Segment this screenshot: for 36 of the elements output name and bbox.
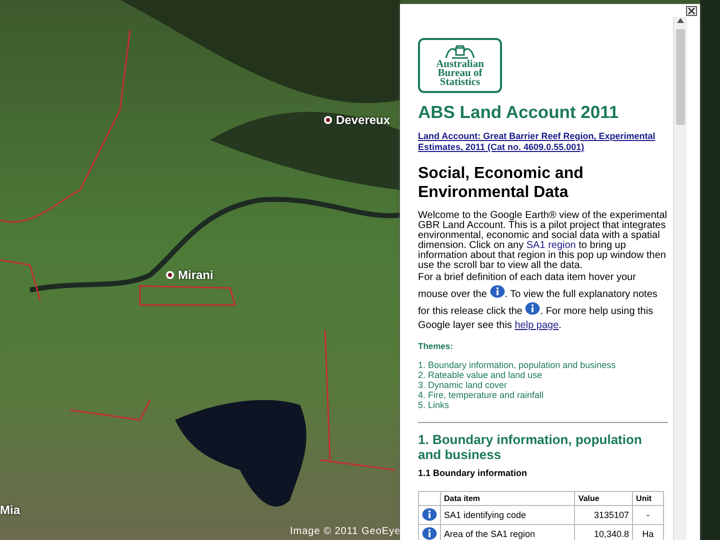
info-icon[interactable] (525, 302, 540, 315)
subsection-heading: 1.1 Boundary information (418, 468, 528, 478)
intro-paragraph: Welcome to the Google Earth® view of the experimental GBR Land Account. This is a pilot project that integrates environmental, economic and social data with a spatial dimension. Click on any SA1 region to bring up information about that region in this pop up window then use the scroll bar to view all the data. (418, 211, 668, 271)
logo-text: Australian (436, 60, 484, 69)
place-label[interactable]: Mia (0, 503, 20, 517)
column-header: Value (574, 492, 633, 506)
close-icon[interactable] (686, 6, 697, 16)
scrollbar[interactable] (673, 17, 687, 540)
theme-link[interactable]: 5. Links (418, 400, 668, 410)
themes-label: Themes: (418, 341, 454, 351)
table-cell: 3135107 (574, 506, 633, 524)
theme-link[interactable]: 4. Fire, temperature and rainfall (418, 390, 668, 400)
info-icon[interactable] (490, 285, 505, 298)
publication-link[interactable]: Land Account: Great Barrier Reef Region, Experimental Estimates, 2011 (Cat no. 4609.0.55.001) (418, 131, 668, 153)
help-link[interactable]: help page (514, 320, 559, 331)
logo-text: Statistics (440, 78, 480, 87)
table-cell: - (632, 506, 664, 524)
place-label[interactable]: Devereux (336, 113, 390, 127)
column-header: Unit (632, 492, 664, 506)
table-cell: SA1 identifying code (440, 506, 575, 524)
column-header: Data item (440, 492, 575, 506)
theme-link[interactable]: 2. Rateable value and land use (418, 370, 668, 380)
info-icon[interactable] (422, 508, 437, 521)
section-heading: 1. Boundary information, population and business (418, 432, 643, 462)
theme-link[interactable]: 1. Boundary information, population and business (418, 360, 668, 370)
scroll-up-icon[interactable] (677, 18, 684, 23)
popup-title: ABS Land Account 2011 (418, 102, 620, 123)
region-link[interactable]: SA1 region (526, 240, 576, 251)
logo-text: Bureau of (438, 69, 482, 78)
scrollbar-thumb[interactable] (676, 29, 685, 125)
info-icon[interactable] (422, 527, 437, 540)
help-paragraph: For a brief definition of each data item hover your mouse over the . To view the full explanatory notes for this release click the . For more help using this Google layer see this help page. (418, 271, 658, 333)
section-title: Social, Economic and Environmental Data (418, 164, 584, 202)
theme-link[interactable]: 3. Dynamic land cover (418, 380, 668, 390)
place-label[interactable]: Mirani (178, 268, 214, 282)
imagery-attribution: Image © 2011 GeoEye (290, 526, 401, 537)
